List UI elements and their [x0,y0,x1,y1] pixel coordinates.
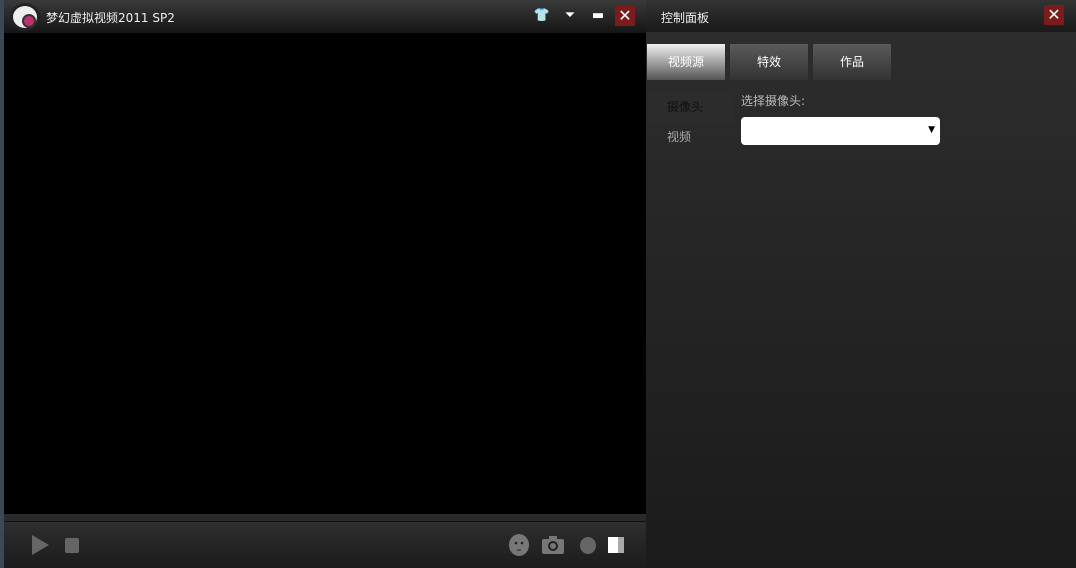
close-icon[interactable]: ✕ [615,6,635,26]
camera-select[interactable]: ▼ [741,117,940,145]
control-panel: 控制面板 ✕ 视频源 特效 作品 摄像头 视频 选择摄像头: ▼ [646,0,1076,568]
title-bar: 梦幻虚拟视频2011 SP2 👕 ⏷ ▬ ✕ [4,0,646,33]
side-item-video[interactable]: 视频 [648,122,734,152]
seek-bar[interactable] [4,514,646,522]
panel-close-icon[interactable]: ✕ [1044,5,1064,25]
app-logo-icon [10,3,40,31]
tab-video-source[interactable]: 视频源 [647,44,725,80]
panel-title-bar: 控制面板 ✕ [646,0,1076,32]
panel-toggle-icon[interactable] [608,537,624,553]
camera-icon[interactable] [542,536,564,554]
main-window: 梦幻虚拟视频2011 SP2 👕 ⏷ ▬ ✕ [0,0,646,568]
record-icon[interactable] [580,537,596,554]
dropdown-icon[interactable]: ⏷ [560,6,580,26]
minimize-icon[interactable]: ▬ [588,6,608,26]
stop-icon[interactable] [65,538,79,553]
tab-works[interactable]: 作品 [813,44,891,80]
app-title: 梦幻虚拟视频2011 SP2 [46,11,175,25]
panel-title: 控制面板 [661,11,710,25]
tab-effects[interactable]: 特效 [730,44,808,80]
face-icon[interactable] [509,534,529,556]
select-camera-label: 选择摄像头: [741,94,806,108]
play-icon[interactable] [30,534,50,556]
side-item-camera[interactable]: 摄像头 [648,92,734,122]
video-preview [4,33,646,514]
control-bar [4,522,646,568]
tshirt-icon[interactable]: 👕 [532,6,552,26]
chevron-down-icon: ▼ [928,125,935,135]
